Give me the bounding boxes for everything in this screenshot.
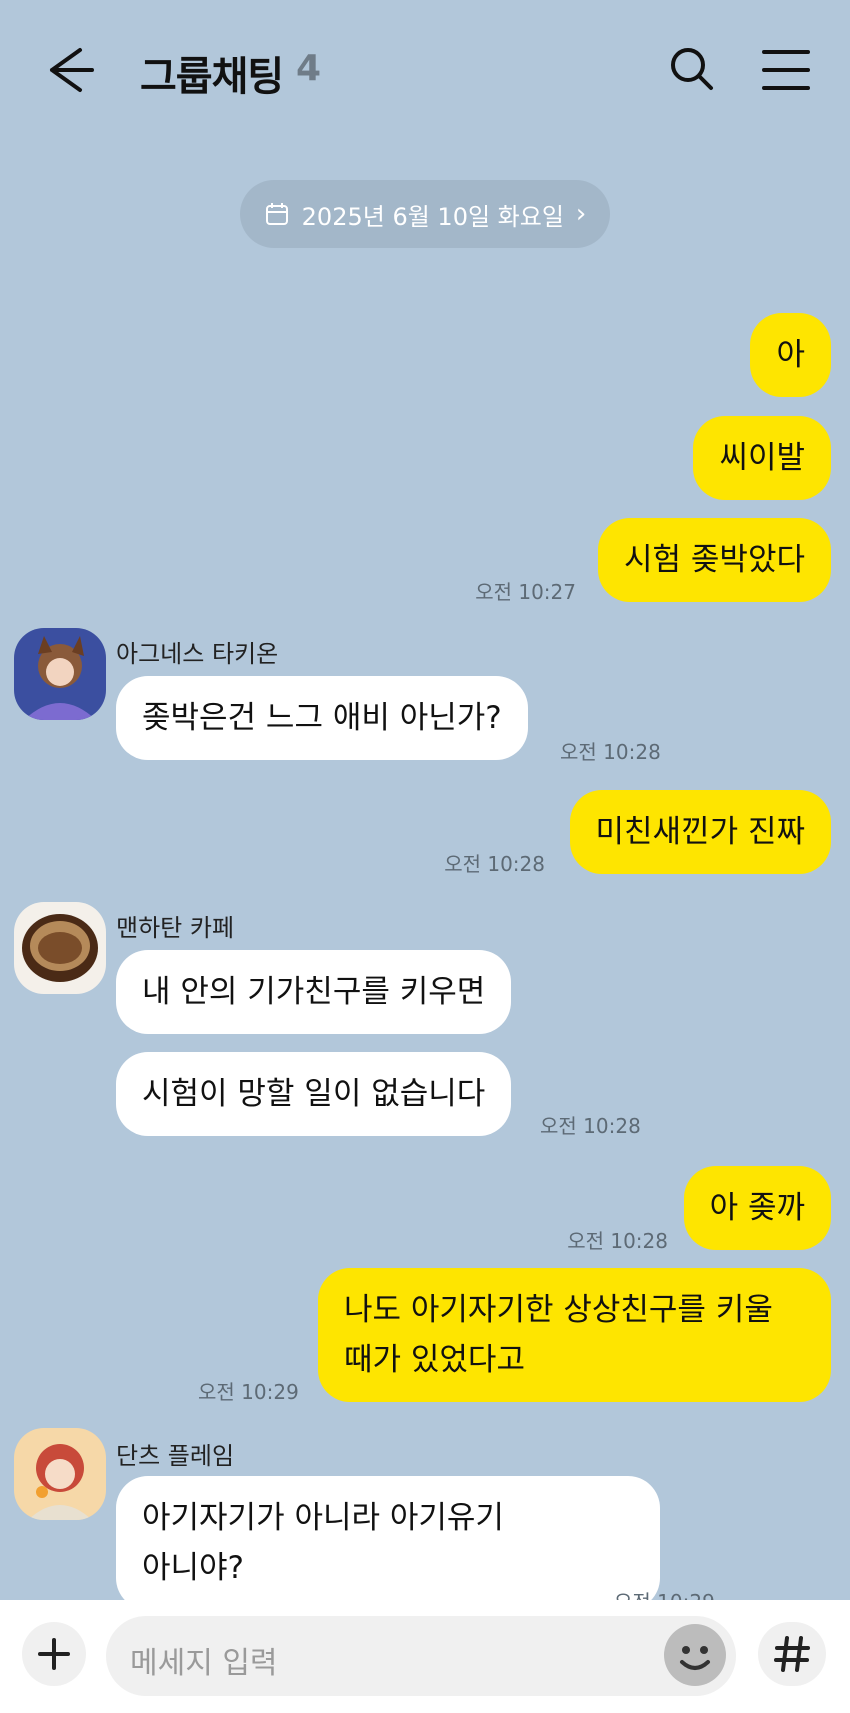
message-text: 시험이 망할 일이 없습니다 xyxy=(142,1076,486,1112)
message-time: 오전 10:28 xyxy=(560,740,661,764)
message-time: 오전 10:27 xyxy=(475,580,576,604)
my-message-bubble[interactable]: 미친새낀가 진짜 xyxy=(569,790,831,874)
message-input-placeholder: 메세지 입력 xyxy=(130,1646,278,1681)
member-count: 4 xyxy=(296,48,322,89)
message-time: 오전 10:29 xyxy=(198,1380,299,1404)
my-message-bubble[interactable]: 아 xyxy=(750,313,831,397)
message-text-block: 아기자기가 아니라 아기유기 아니야? xyxy=(142,1493,504,1593)
my-message-bubble[interactable]: 씨이발 xyxy=(693,416,831,500)
message-text: 아니야? xyxy=(142,1550,245,1586)
search-icon xyxy=(671,48,713,90)
message-text: 때가 있었다고 xyxy=(344,1342,525,1378)
message-text: 아 xyxy=(776,337,805,373)
message-text: 나도 아기자기한 상상친구를 키울 xyxy=(344,1292,773,1328)
plus-icon xyxy=(38,1638,70,1670)
message-time: 오전 10:28 xyxy=(540,1114,641,1138)
sender-name: 단츠 플레임 xyxy=(116,1442,235,1470)
message-text: 아기자기가 아니라 아기유기 xyxy=(142,1500,504,1536)
hashtag-icon xyxy=(774,1636,810,1672)
their-message-bubble[interactable]: 내 안의 기가친구를 키우면 xyxy=(116,950,512,1034)
avatar[interactable] xyxy=(14,902,106,994)
message-text: 좆박은건 느그 애비 아닌가? xyxy=(142,700,502,736)
their-message-bubble[interactable]: 좆박은건 느그 애비 아닌가? xyxy=(116,676,528,760)
message-text: 미친새낀가 진짜 xyxy=(595,814,806,850)
date-divider[interactable]: 2025년 6월 10일 화요일 › xyxy=(240,180,610,248)
back-arrow-icon xyxy=(50,48,94,92)
profile-picture-icon xyxy=(14,1428,106,1520)
message-text: 아 좆까 xyxy=(709,1190,805,1226)
message-text: 내 안의 기가친구를 키우면 xyxy=(142,974,486,1010)
calendar-icon xyxy=(265,203,288,225)
back-button[interactable] xyxy=(40,40,100,100)
message-text: 씨이발 xyxy=(719,440,805,476)
message-text: 시험 좆박았다 xyxy=(624,542,805,578)
search-button[interactable] xyxy=(664,42,720,98)
message-text-block: 나도 아기자기한 상상친구를 키울 때가 있었다고 xyxy=(344,1285,773,1385)
chat-header: 그룹채팅 4 xyxy=(0,0,850,140)
profile-picture-icon xyxy=(14,902,106,994)
emoticon-icon xyxy=(680,1646,710,1670)
chat-title: 그룹채팅 xyxy=(140,54,284,100)
sender-name: 아그네스 타키온 xyxy=(116,640,279,668)
date-divider-text: 2025년 6월 10일 화요일 xyxy=(301,202,564,231)
menu-button[interactable] xyxy=(758,42,814,98)
message-time: 오전 10:28 xyxy=(444,852,545,876)
emoji-button[interactable] xyxy=(664,1624,726,1686)
their-message-bubble[interactable]: 시험이 망할 일이 없습니다 xyxy=(116,1052,512,1136)
avatar[interactable] xyxy=(14,628,106,720)
my-message-bubble[interactable]: 나도 아기자기한 상상친구를 키울 때가 있었다고 xyxy=(318,1268,831,1402)
hamburger-menu-icon xyxy=(762,50,810,90)
their-message-bubble[interactable]: 아기자기가 아니라 아기유기 아니야? xyxy=(116,1476,660,1610)
my-message-bubble[interactable]: 시험 좆박았다 xyxy=(598,518,831,602)
hashtag-button[interactable] xyxy=(758,1622,826,1686)
sender-name: 맨하탄 카페 xyxy=(116,914,235,942)
chevron-right-icon: › xyxy=(575,199,587,229)
profile-picture-icon xyxy=(14,628,106,720)
my-message-bubble[interactable]: 아 좆까 xyxy=(683,1166,831,1250)
attach-button[interactable] xyxy=(22,1622,86,1686)
avatar[interactable] xyxy=(14,1428,106,1520)
message-time: 오전 10:28 xyxy=(567,1229,668,1253)
